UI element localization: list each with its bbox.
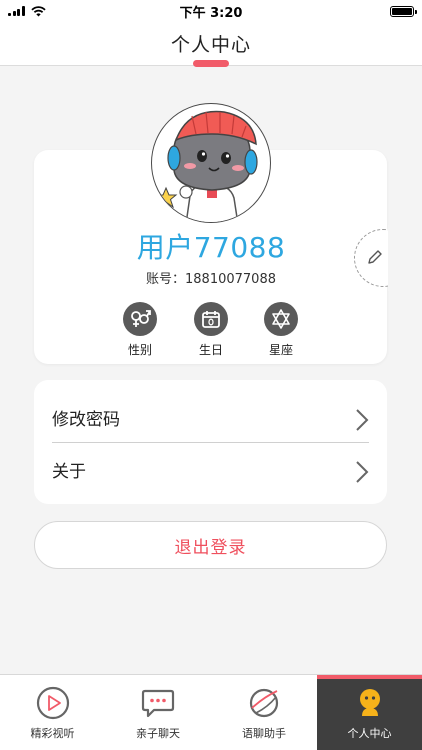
status-time: 下午 3:20 (179, 5, 243, 21)
wifi-icon (30, 5, 46, 16)
pencil-icon (368, 250, 382, 264)
robot-avatar-illustration (154, 110, 258, 222)
chat-bubble-icon (141, 689, 175, 718)
play-circle-icon (36, 686, 69, 720)
settings-menu: 修改密码 关于 (34, 380, 387, 504)
calendar-icon (194, 302, 228, 336)
birthday-item[interactable]: 生日 (186, 302, 236, 358)
birthday-label: 生日 (198, 343, 223, 357)
tab-label: 语聊助手 (242, 727, 286, 740)
tab-voice-assistant[interactable]: 语聊助手 (211, 675, 317, 750)
chevron-right-icon (356, 461, 369, 483)
gender-item[interactable]: 性别 (115, 302, 165, 358)
gender-icon (123, 302, 157, 336)
constellation-item[interactable]: 星座 (256, 302, 306, 358)
signal-icon (8, 6, 25, 16)
tab-label: 精彩视听 (30, 727, 75, 740)
tab-label: 亲子聊天 (136, 727, 180, 740)
status-left (8, 5, 46, 17)
menu-item-label: 关于 (52, 461, 86, 482)
battery-icon (390, 5, 417, 17)
star-of-david-icon (264, 302, 298, 336)
chevron-right-icon (356, 409, 369, 431)
menu-item-about[interactable]: 关于 (34, 438, 387, 500)
person-icon (359, 689, 380, 716)
planet-icon (249, 688, 279, 718)
status-bar: 下午 3:20 (0, 0, 422, 22)
gender-label: 性别 (127, 343, 152, 357)
edit-button-mask (388, 225, 422, 291)
logout-button[interactable]: 退出登录 (34, 521, 387, 569)
page-title: 个人中心 (170, 34, 251, 56)
tab-videos[interactable]: 精彩视听 (0, 675, 105, 750)
active-tab-indicator (317, 675, 422, 679)
tab-chat[interactable]: 亲子聊天 (105, 675, 211, 750)
constellation-label: 星座 (268, 343, 293, 357)
title-indicator (193, 60, 229, 67)
tab-label: 个人中心 (347, 727, 392, 740)
avatar[interactable] (151, 103, 271, 223)
tab-bar: 精彩视听 亲子聊天 语聊助手 个人中心 (0, 674, 422, 750)
tab-profile[interactable]: 个人中心 (317, 675, 422, 750)
menu-item-label: 修改密码 (52, 409, 120, 430)
